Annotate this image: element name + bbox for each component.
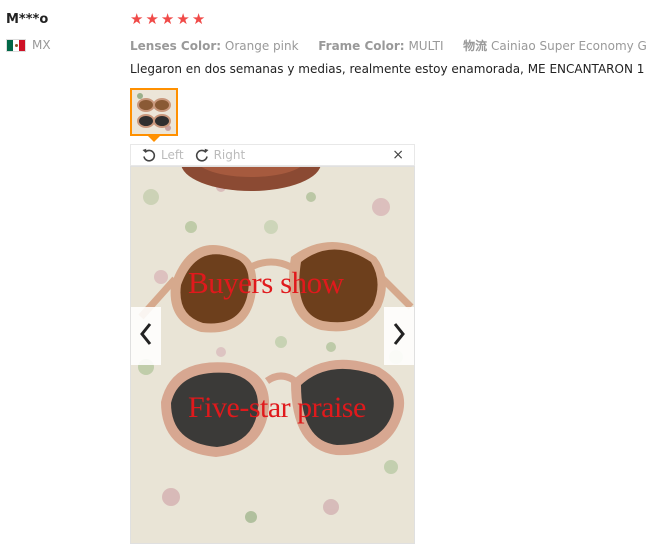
- star-icon: ★: [145, 11, 159, 28]
- star-icon: ★: [176, 11, 190, 28]
- review-image-thumbnail[interactable]: [130, 88, 178, 136]
- thumbnail-pointer: [148, 136, 160, 142]
- star-icon: ★: [191, 11, 206, 28]
- attr-frame-color-value: MULTI: [408, 39, 444, 53]
- mexico-flag-icon: [6, 38, 26, 52]
- review-image-viewer: Buyers show Five-star praise: [130, 166, 415, 544]
- review-photo: [131, 167, 414, 543]
- rotate-left-button[interactable]: Left: [141, 147, 184, 163]
- close-icon[interactable]: ×: [392, 147, 404, 163]
- image-viewer-toolbar: Left Right ×: [130, 144, 415, 166]
- rotate-right-icon: [194, 147, 210, 163]
- attr-lenses-color-key: Lenses Color:: [130, 39, 222, 53]
- country-code: MX: [32, 38, 51, 52]
- rotate-right-button[interactable]: Right: [194, 147, 246, 163]
- rotate-right-label: Right: [213, 148, 246, 162]
- next-image-button[interactable]: [384, 307, 414, 365]
- attr-logistics-key: 物流: [463, 39, 488, 53]
- review-text: Llegaron en dos semanas y medias, realme…: [130, 62, 648, 76]
- watermark-top: Buyers show: [188, 265, 344, 300]
- star-rating: ★ ★ ★ ★ ★: [130, 11, 205, 29]
- attr-logistics-value: Cainiao Super Economy Globa: [490, 39, 648, 53]
- previous-image-button[interactable]: [131, 307, 161, 365]
- attr-frame-color-key: Frame Color:: [318, 39, 405, 53]
- star-icon: ★: [160, 11, 175, 28]
- rotate-left-icon: [141, 147, 157, 163]
- reviewer-country: MX: [6, 38, 51, 52]
- rotate-left-label: Left: [161, 148, 184, 162]
- star-icon: ★: [130, 11, 144, 28]
- attr-lenses-color-value: Orange pink: [224, 39, 299, 53]
- chevron-right-icon: [391, 321, 407, 352]
- review-body-tail: 1: [636, 62, 645, 76]
- review-attributes: Lenses Color: Orange pink Frame Color: M…: [130, 37, 648, 54]
- watermark-bottom: Five-star praise: [188, 391, 366, 424]
- reviewer-name: M***o: [6, 12, 49, 27]
- chevron-left-icon: [138, 321, 154, 352]
- review-body: Llegaron en dos semanas y medias, realme…: [130, 62, 633, 76]
